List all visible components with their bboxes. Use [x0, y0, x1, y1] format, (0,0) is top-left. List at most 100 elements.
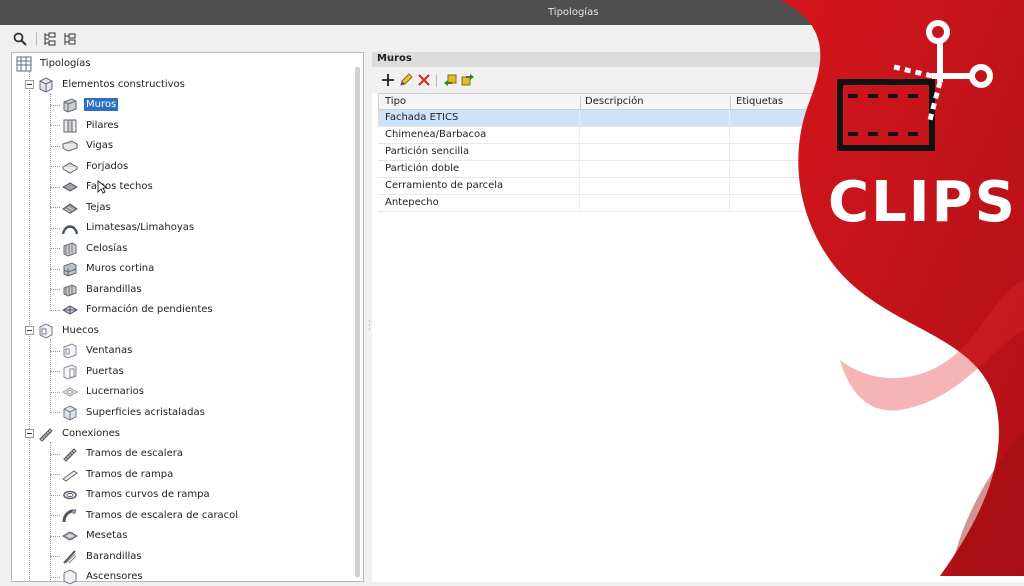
row-tipo: Chimenea/Barbacoa	[385, 129, 487, 140]
tree-item-mesetas[interactable]: Mesetas	[62, 526, 129, 545]
search-icon[interactable]	[12, 31, 28, 47]
tree-line	[50, 495, 60, 496]
curved-ramp-icon	[63, 490, 77, 499]
typology-table[interactable]: Tipo Descripción Etiquetas Fachada ETICS…	[378, 93, 1024, 212]
tree-item-tramos-escalera[interactable]: Tramos de escalera	[62, 444, 185, 463]
lattice-icon	[63, 241, 77, 257]
tree-root[interactable]: Tipologías	[16, 54, 92, 73]
tree-item-falsos-techos[interactable]: Falsos techos	[62, 177, 155, 196]
panel-title: Muros	[377, 53, 412, 64]
delete-icon[interactable]	[416, 72, 432, 88]
import-arrow-icon[interactable]	[442, 72, 458, 88]
ceiling-icon	[62, 181, 78, 192]
hip-valley-icon	[62, 224, 78, 234]
edit-pencil-icon[interactable]	[398, 72, 414, 88]
elevator-icon	[63, 568, 77, 585]
cell-separator	[579, 178, 580, 194]
main-toolbar	[0, 25, 1024, 52]
tree-item-superficies-acristaladas[interactable]: Superficies acristaladas	[62, 403, 207, 422]
slab-icon	[62, 161, 78, 174]
tree-item-barandillas[interactable]: Barandillas	[62, 280, 144, 299]
tree-line	[50, 556, 60, 557]
table-row[interactable]: Cerramiento de parcela	[378, 178, 1024, 195]
table-row[interactable]: Partición sencilla	[378, 144, 1024, 161]
tree-item-label: Tramos de rampa	[86, 469, 174, 480]
tree-item-label: Lucernarios	[86, 386, 145, 397]
tree-group-huecos[interactable]: Huecos	[38, 321, 101, 340]
tree-item-formacion-pendientes[interactable]: Formación de pendientes	[62, 300, 215, 319]
tree-item-label: Mesetas	[86, 530, 128, 541]
row-tipo: Cerramiento de parcela	[385, 180, 504, 191]
cell-separator	[729, 110, 730, 126]
column-header-descripcion[interactable]: Descripción	[585, 96, 644, 107]
tree-item-label: Barandillas	[86, 551, 142, 562]
tree-item-label: Superficies acristaladas	[86, 407, 205, 418]
tree-line	[50, 442, 51, 582]
tree-group-elementos[interactable]: Elementos constructivos	[38, 75, 187, 94]
export-arrow-icon[interactable]	[460, 72, 476, 88]
collapse-all-icon[interactable]	[62, 31, 78, 47]
expander-conexiones[interactable]	[25, 429, 34, 438]
cell-separator	[579, 110, 580, 126]
tree-item-barandillas-conexion[interactable]: Barandillas	[62, 547, 144, 566]
column-header-etiquetas[interactable]: Etiquetas	[736, 96, 783, 107]
tree-item-limatesas[interactable]: Limatesas/Limahoyas	[62, 218, 196, 237]
table-grid-icon	[16, 56, 32, 71]
tree-item-tramos-rampa[interactable]: Tramos de rampa	[62, 465, 175, 484]
cell-separator	[579, 161, 580, 177]
glazing-icon	[63, 404, 77, 421]
tree-item-label: Celosías	[86, 243, 128, 254]
toolbar-separator	[36, 32, 37, 46]
table-header: Tipo Descripción Etiquetas	[378, 93, 1024, 112]
cell-separator	[729, 178, 730, 194]
railing-icon	[63, 283, 77, 297]
table-row[interactable]: Fachada ETICS	[378, 110, 1024, 127]
tree-group-conexiones[interactable]: Conexiones	[38, 424, 122, 443]
typology-detail-panel: Muros Tipo Descripción Etiquetas Fachada…	[372, 52, 1024, 582]
tree-item-escalera-caracol[interactable]: Tramos de escalera de caracol	[62, 506, 240, 525]
expand-all-icon[interactable]	[42, 31, 58, 47]
tree-item-muros[interactable]: Muros	[62, 95, 119, 114]
cube-icon	[39, 76, 53, 93]
column-header-tipo[interactable]: Tipo	[385, 96, 406, 107]
tree-item-puertas[interactable]: Puertas	[62, 362, 126, 381]
tree-line	[50, 228, 60, 229]
spiral-stair-icon	[62, 508, 77, 522]
row-tipo: Fachada ETICS	[385, 112, 459, 123]
tree-item-ventanas[interactable]: Ventanas	[62, 341, 134, 360]
tree-item-muros-cortina[interactable]: Muros cortina	[62, 259, 156, 278]
tree-item-tramos-curvos-rampa[interactable]: Tramos curvos de rampa	[62, 485, 212, 504]
typology-tree[interactable]: Tipologías Elementos constructivos Muros…	[11, 52, 364, 585]
stairs-connection-icon	[39, 427, 53, 442]
tree-line	[50, 371, 60, 372]
row-tipo: Partición doble	[385, 163, 460, 174]
tree-line	[50, 474, 60, 475]
tree-item-forjados[interactable]: Forjados	[62, 157, 130, 176]
add-icon[interactable]	[380, 72, 396, 88]
tree-item-label: Limatesas/Limahoyas	[86, 222, 195, 233]
tree-item-pilares[interactable]: Pilares	[62, 116, 121, 135]
tree-item-label: Falsos techos	[86, 181, 153, 192]
expander-huecos[interactable]	[25, 326, 34, 335]
tree-scrollbar[interactable]	[355, 67, 360, 577]
tree-item-ascensores[interactable]: Ascensores	[62, 567, 145, 586]
table-row[interactable]: Partición doble	[378, 161, 1024, 178]
toolbar-separator	[436, 74, 437, 87]
ramp-icon	[62, 469, 78, 482]
tree-item-lucernarios[interactable]: Lucernarios	[62, 382, 146, 401]
table-row[interactable]: Antepecho	[378, 195, 1024, 212]
landing-icon	[62, 530, 78, 541]
stair-railing-icon	[63, 549, 77, 564]
cell-separator	[729, 195, 730, 211]
expander-elementos[interactable]	[25, 80, 34, 89]
tree-item-vigas[interactable]: Vigas	[62, 136, 115, 155]
tree-item-celosias[interactable]: Celosías	[62, 239, 129, 258]
tree-item-label: Forjados	[86, 161, 129, 172]
tree-item-label: Tramos de escalera	[86, 448, 183, 459]
table-row[interactable]: Chimenea/Barbacoa	[378, 127, 1024, 144]
tree-item-tejas[interactable]: Tejas	[62, 198, 113, 217]
splitter-handle[interactable]: · · ·	[368, 318, 371, 335]
tree-item-label: Vigas	[86, 140, 114, 151]
tree-group-label: Elementos constructivos	[62, 79, 185, 90]
window-icon	[63, 342, 77, 359]
